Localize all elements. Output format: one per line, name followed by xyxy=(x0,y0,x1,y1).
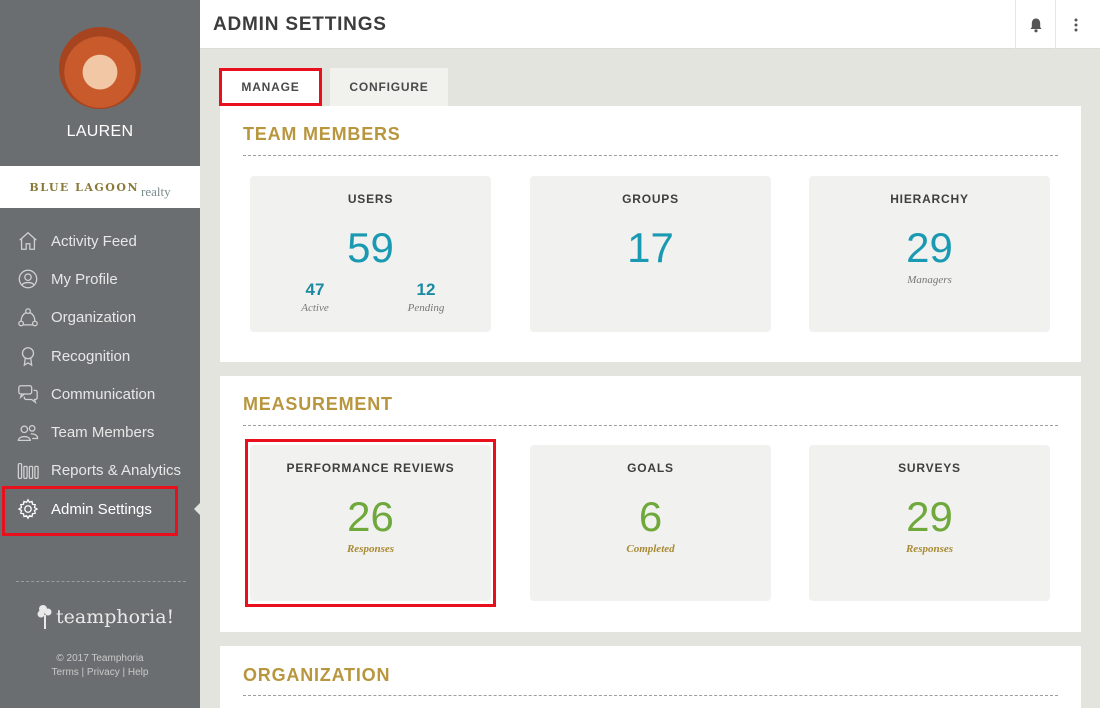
active-indicator xyxy=(194,502,201,517)
pending-users-label: Pending xyxy=(407,302,445,314)
bars-icon xyxy=(16,459,40,483)
goals-card-title: GOALS xyxy=(627,461,674,475)
section-title-team-members: TEAM MEMBERS xyxy=(243,124,401,144)
section-divider xyxy=(243,155,1058,156)
avatar[interactable] xyxy=(59,27,141,109)
sidebar-divider xyxy=(16,581,186,582)
tab-configure[interactable]: CONFIGURE xyxy=(330,68,448,106)
hierarchy-count: 29 xyxy=(906,224,953,271)
surveys-card[interactable]: SURVEYS 29 Responses xyxy=(809,445,1050,601)
company-logo[interactable]: BLUE LAGOON realty xyxy=(0,166,200,208)
users-card[interactable]: USERS 59 47 Active 12 Pending xyxy=(250,176,491,332)
groups-count: 17 xyxy=(627,224,674,271)
home-icon xyxy=(16,229,40,253)
sidebar-item-label: Team Members xyxy=(51,424,155,442)
sidebar-item-my-profile[interactable]: My Profile xyxy=(0,260,200,298)
sidebar-item-label: Activity Feed xyxy=(51,232,137,250)
username: LAUREN xyxy=(66,123,134,140)
organization-panel: ORGANIZATION xyxy=(220,646,1081,708)
goals-caption: Completed xyxy=(626,543,675,555)
section-divider xyxy=(243,425,1058,426)
pending-users-stat[interactable]: 12 Pending xyxy=(391,280,461,314)
user-circle-icon xyxy=(16,267,40,291)
footer-links[interactable]: Terms | Privacy | Help xyxy=(0,666,200,680)
groups-card[interactable]: GROUPS 17 xyxy=(530,176,771,332)
page-title: ADMIN SETTINGS xyxy=(213,14,387,35)
users-count: 59 xyxy=(347,224,394,271)
section-title-organization: ORGANIZATION xyxy=(243,665,391,685)
award-ribbon-icon xyxy=(16,344,40,368)
sidebar-item-team-members[interactable]: Team Members xyxy=(0,413,200,451)
users-card-title: USERS xyxy=(347,192,394,206)
goals-card[interactable]: GOALS 6 Completed xyxy=(530,445,771,601)
active-users-count: 47 xyxy=(305,280,325,299)
surveys-caption: Responses xyxy=(905,543,954,555)
sidebar-nav: Activity Feed My Profile Organization Re… xyxy=(0,222,201,528)
organization-icon xyxy=(16,306,40,330)
hierarchy-caption: Managers xyxy=(907,274,952,286)
pending-users-count: 12 xyxy=(416,280,436,299)
team-members-panel: TEAM MEMBERS USERS 59 47 Active 12 Pendi… xyxy=(220,106,1081,362)
company-logo-sub: realty xyxy=(141,184,171,199)
sidebar-item-activity-feed[interactable]: Activity Feed xyxy=(0,222,200,260)
section-divider xyxy=(243,695,1058,696)
sidebar-item-communication[interactable]: Communication xyxy=(0,375,200,413)
company-logo-main: BLUE LAGOON xyxy=(29,180,140,194)
active-users-label: Active xyxy=(301,302,329,314)
top-header: ADMIN SETTINGS xyxy=(200,0,1100,49)
sidebar-item-recognition[interactable]: Recognition xyxy=(0,337,200,375)
more-options-button[interactable] xyxy=(1055,0,1095,49)
goals-count: 6 xyxy=(638,493,663,540)
more-vertical-icon xyxy=(1074,18,1077,31)
active-users-stat[interactable]: 47 Active xyxy=(280,280,350,314)
teamphoria-logo-text: teamphoria! xyxy=(56,606,175,628)
sidebar-item-reports-analytics[interactable]: Reports & Analytics xyxy=(0,452,200,490)
copyright: © 2017 Teamphoria xyxy=(56,653,144,664)
highlight-admin-settings xyxy=(2,486,178,536)
bell-icon xyxy=(1030,18,1041,32)
hierarchy-card-title: HIERARCHY xyxy=(890,192,969,206)
hierarchy-card[interactable]: HIERARCHY 29 Managers xyxy=(809,176,1050,332)
notifications-button[interactable] xyxy=(1015,0,1055,49)
sidebar-item-label: Reports & Analytics xyxy=(51,462,182,480)
profile-section: LAUREN xyxy=(0,0,200,166)
sidebar-item-label: Recognition xyxy=(51,347,131,365)
team-icon xyxy=(16,421,40,445)
sidebar: LAUREN BLUE LAGOON realty Activity Feed … xyxy=(0,0,201,708)
surveys-card-title: SURVEYS xyxy=(898,461,961,475)
sidebar-item-label: My Profile xyxy=(51,270,118,288)
sidebar-item-label: Communication xyxy=(51,385,156,403)
tree-icon xyxy=(37,605,52,629)
highlight-performance-reviews xyxy=(245,439,496,607)
teamphoria-logo[interactable]: teamphoria! xyxy=(36,603,174,631)
sidebar-footer: © 2017 Teamphoria Terms | Privacy | Help xyxy=(0,652,200,680)
chat-bubbles-icon xyxy=(16,382,40,406)
sidebar-item-label: Organization xyxy=(51,309,137,327)
sidebar-item-organization[interactable]: Organization xyxy=(0,299,200,337)
section-title-measurement: MEASUREMENT xyxy=(243,394,393,414)
groups-card-title: GROUPS xyxy=(622,192,679,206)
surveys-count: 29 xyxy=(906,493,953,540)
tab-manage[interactable]: MANAGE xyxy=(219,68,322,106)
